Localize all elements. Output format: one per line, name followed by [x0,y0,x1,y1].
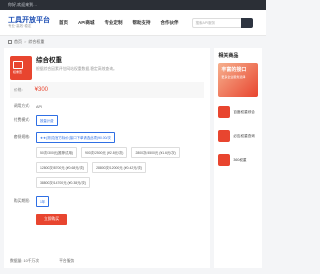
price-value: ¥300 [34,87,49,93]
top-bar: 你好,欢迎来到… [0,0,266,10]
home-icon [8,40,12,44]
breadcrumb: 首页 > 综合权重 [0,36,266,48]
price-box: 价格: ¥300 [10,82,205,98]
product-title: 综合权重 [36,57,62,64]
package-option[interactable]: 50次/300元(推荐试用) [36,147,77,158]
nav-item-custom[interactable]: 专业定制 [105,20,123,26]
search-button[interactable] [240,17,253,28]
period-label: 购买期限: [13,199,30,203]
product-image: 权重查 [10,56,32,80]
related-thumb [218,106,231,118]
product-panel: 权重查 综合权重 根据综合因素评估网站权重数据,稳定高效查询。 价格: ¥300… [4,48,211,268]
chart-icon [13,61,23,69]
nav-item-api-mall[interactable]: API商城 [78,20,95,26]
related-item[interactable]: 360权重 [218,151,258,169]
package-label: 套餐规格: [13,135,30,139]
logo[interactable]: 工具开放平台 专业·高效·稳定 [6,17,50,29]
bottom-right-text: 平台服务 [59,259,75,263]
promo-title: 丰富的接口 [221,67,247,73]
bottom-info: 数据量: 10千万次 平台服务 [10,259,74,264]
promo-subtitle: 更多企业服务选择 [221,75,246,79]
logo-title: 工具开放平台 [8,16,50,24]
period-option[interactable]: 1年 [36,196,50,207]
related-sidebar: 相关商品 丰富的接口 更多企业服务选择 百度权重综合 必应权重查询 360权重 [214,48,262,268]
search-input[interactable]: 搜索API服务 [191,17,242,28]
package-option[interactable]: 900次/2500元 (¥2.8元/次) [80,147,128,158]
topbar-text: 你好,欢迎来到… [8,2,38,7]
package-option[interactable]: 28800次/12000元 (¥0.42元/次) [92,162,147,173]
related-thumb [218,130,231,142]
product-description: 根据综合因素评估网站权重数据,稳定高效查询。 [36,67,117,71]
method-label: 调用方式: [13,104,30,108]
package-option[interactable]: 2800次/4500元 (¥1.6元/次) [131,147,180,158]
related-item[interactable]: 必应权重查询 [218,127,258,145]
related-item[interactable]: 百度权重综合 [218,103,258,121]
product-image-label: 权重查 [13,70,23,74]
related-name: 百度权重综合 [233,109,255,114]
related-name: 360权重 [233,157,247,162]
promo-banner[interactable]: 丰富的接口 更多企业服务选择 [218,63,258,97]
bottom-left-text: 数据量: 10千万次 [10,259,40,263]
nav-item-help[interactable]: 帮助支持 [133,20,151,26]
price-label: 价格: [14,87,23,92]
nav-item-partners[interactable]: 合作伙伴 [161,20,179,26]
paytype-option[interactable]: 按量计费 [36,115,58,126]
package-option[interactable]: ★★(测试)官方标价(接口下单请选此项)¥0.00/次 [36,132,115,143]
package-option[interactable]: 12800次/8700元 (¥0.68元/次) [36,162,89,173]
breadcrumb-home[interactable]: 首页 [14,36,22,48]
sidebar-title: 相关商品 [218,53,239,59]
paytype-label: 付费模式: [13,118,30,122]
logo-subtitle: 专业·高效·稳定 [8,23,32,28]
header: 工具开放平台 专业·高效·稳定 首页 API商城 专业定制 帮助支持 合作伙伴 … [0,10,266,36]
package-option[interactable]: 38800次/14700元 (¥0.38元/次) [36,177,90,188]
nav-item-home[interactable]: 首页 [59,20,68,26]
buy-button[interactable]: 立即购买 [36,214,68,225]
related-thumb [218,154,231,166]
breadcrumb-current: 综合权重 [28,39,45,44]
main-nav: 首页 API商城 专业定制 帮助支持 合作伙伴 [54,20,184,26]
related-name: 必应权重查询 [233,133,255,138]
method-value: API [36,104,43,109]
